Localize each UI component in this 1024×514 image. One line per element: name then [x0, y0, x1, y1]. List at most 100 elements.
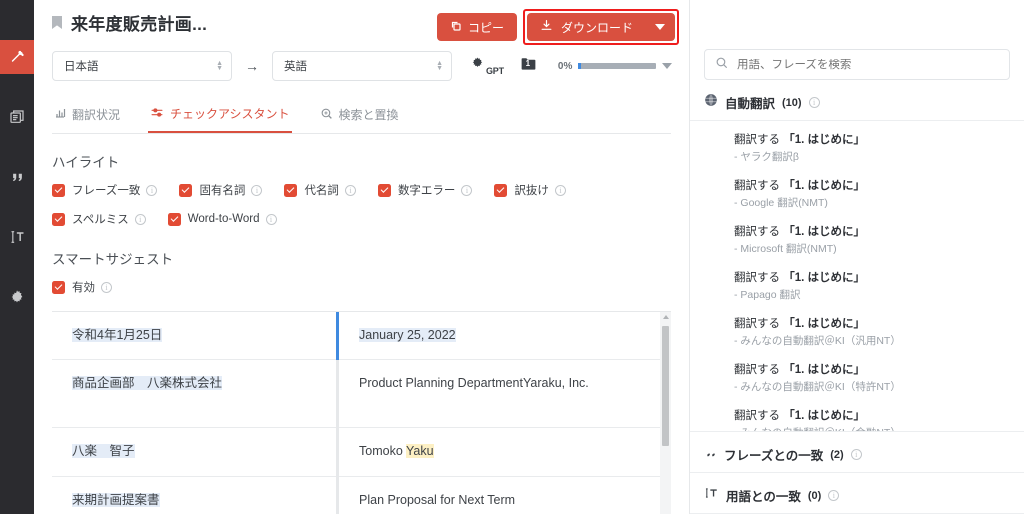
checkbox-checked-icon[interactable] [284, 183, 298, 197]
target-column: January 25, 2022 Product Planning Depart… [339, 312, 671, 514]
search-input[interactable] [737, 58, 999, 71]
info-icon[interactable]: i [850, 449, 862, 460]
target-language-value: 英語 [284, 61, 307, 73]
list-item[interactable]: 翻訳する 「1. はじめに」 - Google 翻訳(NMT) [704, 177, 1010, 210]
table-row[interactable]: January 25, 2022 [339, 312, 671, 361]
gear-icon [470, 56, 485, 76]
checkbox-checked-icon[interactable] [494, 183, 508, 197]
download-icon [540, 19, 553, 35]
action-target: 「1. はじめに」 [783, 272, 865, 284]
translation-action: 翻訳する 「1. はじめに」 [734, 177, 1010, 193]
proper-noun-highlight: Yaku [406, 444, 434, 459]
action-target: 「1. はじめに」 [783, 410, 865, 422]
info-icon[interactable]: i [554, 184, 566, 196]
target-language-select[interactable]: 英語 ▲ ▼ [272, 51, 452, 81]
table-scrollbar[interactable] [660, 312, 671, 514]
checkbox-label: 代名詞 [304, 185, 339, 197]
list-item[interactable]: 翻訳する 「1. はじめに」 - ヤラク翻訳β [704, 131, 1010, 164]
chevron-down-icon[interactable] [662, 63, 673, 69]
info-icon[interactable]: i [265, 213, 277, 225]
magic-wand-icon [9, 49, 26, 66]
smart-suggest-section-title: スマートサジェスト [52, 252, 174, 267]
table-row[interactable]: 八楽 智子 [52, 428, 336, 477]
info-icon[interactable]: i [251, 184, 263, 196]
download-button[interactable]: ダウンロード [526, 13, 675, 41]
checkbox-checked-icon[interactable] [167, 212, 181, 226]
tab-translation-status[interactable]: 翻訳状況 [52, 102, 122, 132]
table-row[interactable]: 令和4年1月25日 [52, 312, 336, 361]
info-icon[interactable]: i [146, 184, 158, 196]
info-icon[interactable]: i [461, 184, 473, 196]
auto-translation-count: (10) [782, 96, 802, 109]
copy-button-label: コピー [467, 20, 504, 35]
phrase-match-title: フレーズとの一致 [724, 449, 824, 463]
main-panel: 来年度販売計画... コピー ダウンロード 日本語 ▲ ▼ → 英語 ▲ ▼ G… [34, 0, 690, 514]
table-row[interactable]: Plan Proposal for Next Term [339, 477, 671, 514]
app-root: 来年度販売計画... コピー ダウンロード 日本語 ▲ ▼ → 英語 ▲ ▼ G… [0, 0, 1024, 514]
info-icon[interactable]: i [828, 490, 840, 501]
engine-label: - ヤラク翻訳β [734, 151, 799, 163]
info-icon[interactable]: i [134, 213, 146, 225]
header-actions: コピー ダウンロード [436, 0, 689, 45]
scroll-up-icon[interactable] [663, 315, 669, 319]
checkbox-label: フレーズ一致 [72, 185, 141, 197]
checkbox-checked-icon[interactable] [52, 212, 65, 226]
list-item[interactable]: 翻訳する 「1. はじめに」 - みんなの自動翻訳＠KI（特許NT） [704, 361, 1010, 394]
action-prefix: 翻訳する [734, 180, 784, 192]
source-text: 令和4年1月25日 [72, 328, 163, 342]
table-row[interactable]: Tomoko Yaku [339, 428, 671, 477]
checkbox-missing-translation[interactable]: 訳抜け i [494, 182, 566, 198]
download-highlight-box: ダウンロード [522, 9, 679, 45]
tab-check-assistant[interactable]: チェックアシスタント [148, 101, 292, 133]
auto-translation-header[interactable]: 自動翻訳 (10) i [690, 80, 1024, 121]
file-count-badge: 1 [525, 58, 531, 68]
checkbox-checked-icon[interactable] [377, 183, 391, 197]
translation-action: 翻訳する 「1. はじめに」 [734, 131, 1010, 147]
file-count-button[interactable]: 1 [521, 57, 536, 76]
sidebar-item-settings[interactable] [0, 280, 34, 314]
info-icon[interactable]: i [808, 97, 820, 108]
translation-action: 翻訳する 「1. はじめに」 [734, 269, 1010, 285]
table-row[interactable]: 商品企画部 八楽株式会社 [52, 360, 336, 429]
smart-suggest-options: 有効 i [34, 279, 689, 295]
sidebar-item-terms[interactable] [0, 220, 34, 254]
phrase-match-header[interactable]: フレーズとの一致 (2) i [690, 431, 1024, 473]
chevron-down-icon[interactable] [655, 24, 665, 30]
checkbox-phrase-match[interactable]: フレーズ一致 i [52, 182, 158, 198]
list-item[interactable]: 翻訳する 「1. はじめに」 - Papago 翻訳 [704, 269, 1010, 302]
checkbox-number-error[interactable]: 数字エラー i [377, 182, 473, 198]
info-icon[interactable]: i [101, 281, 112, 293]
progress-control[interactable]: 0% [558, 61, 673, 72]
copy-button[interactable]: コピー [436, 13, 517, 41]
source-language-select[interactable]: 日本語 ▲ ▼ [52, 51, 232, 81]
table-row[interactable]: 来期計画提案書 [52, 477, 336, 514]
list-item[interactable]: 翻訳する 「1. はじめに」 - みんなの自動翻訳＠KI（汎用NT） [704, 315, 1010, 348]
checkbox-label: Word-to-Word [187, 213, 260, 225]
auto-translation-title: 自動翻訳 [725, 97, 776, 111]
checkbox-word-to-word[interactable]: Word-to-Word i [167, 212, 277, 226]
quote-icon [10, 170, 25, 185]
search-box[interactable] [704, 49, 1010, 80]
gpt-settings-button[interactable]: GPT [470, 56, 504, 76]
checkbox-spelling-mistake[interactable]: スペルミス i [52, 211, 146, 227]
checkbox-proper-noun[interactable]: 固有名詞 i [179, 182, 263, 198]
sidebar-item-phrases[interactable] [0, 160, 34, 194]
checkbox-pronoun[interactable]: 代名詞 i [284, 182, 356, 198]
scrollbar-thumb[interactable] [662, 326, 669, 446]
list-item[interactable]: 翻訳する 「1. はじめに」 - みんなの自動翻訳＠KI（金融NT） [704, 407, 1010, 431]
tab-label: 検索と置換 [338, 108, 399, 122]
info-icon[interactable]: i [344, 184, 356, 196]
checkbox-checked-icon[interactable] [52, 280, 65, 294]
list-item[interactable]: 翻訳する 「1. はじめに」 - Microsoft 翻訳(NMT) [704, 223, 1010, 256]
checkbox-checked-icon[interactable] [52, 183, 65, 197]
highlight-options-row-1: フレーズ一致 i 固有名詞 i 代名詞 i 数字エラー i 訳抜け i [34, 182, 689, 198]
table-row[interactable]: Product Planning DepartmentYaraku, Inc. [339, 360, 671, 429]
source-text: 商品企画部 八楽株式会社 [72, 376, 223, 391]
term-match-header[interactable]: 用語との一致 (0) i [690, 473, 1024, 514]
checkbox-smart-suggest-enabled[interactable]: 有効 i [52, 279, 112, 295]
action-target: 「1. はじめに」 [783, 318, 865, 330]
sidebar-item-documents[interactable] [0, 100, 34, 134]
sidebar-item-check-assistant[interactable] [0, 40, 34, 74]
checkbox-checked-icon[interactable] [179, 183, 193, 197]
tab-search-replace[interactable]: 検索と置換 [318, 102, 401, 132]
